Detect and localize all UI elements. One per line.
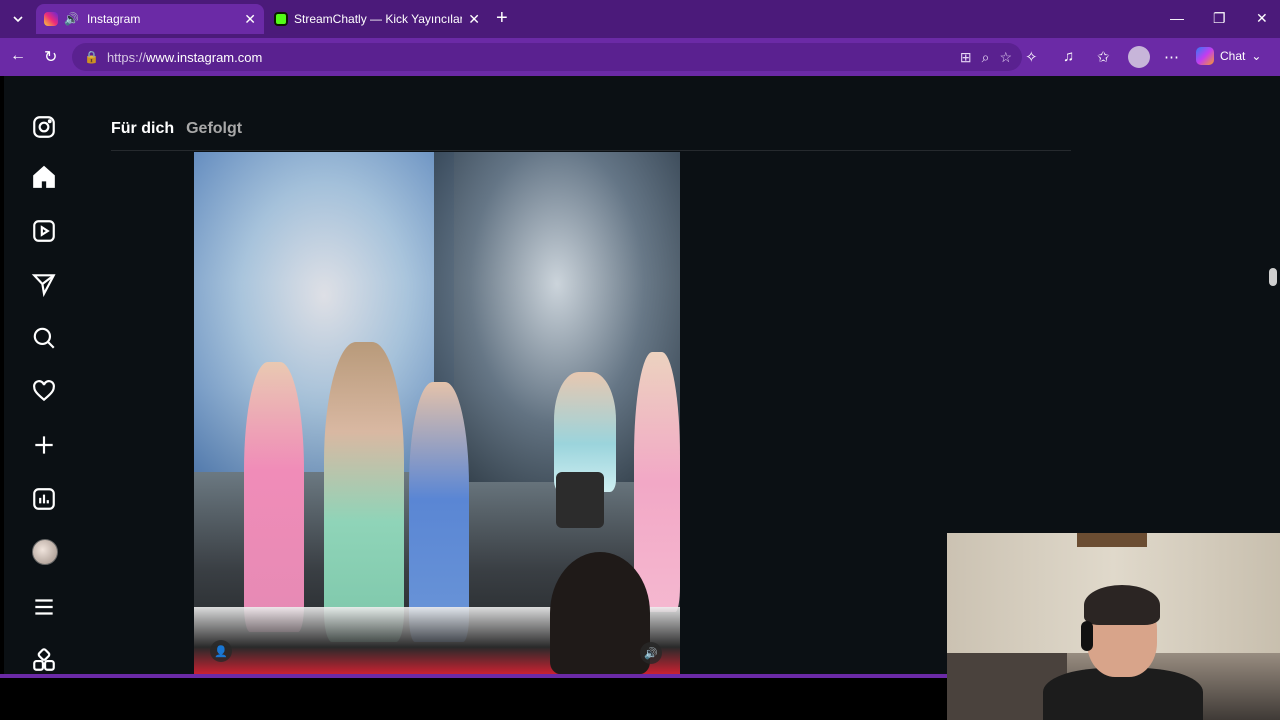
reels-icon[interactable] [28,215,60,247]
tab-fur-dich[interactable]: Für dich [111,120,174,138]
url-scheme: https:// [106,49,146,65]
create-plus-icon[interactable] [28,429,60,461]
camera [556,472,604,528]
streamer-hair [1084,585,1160,625]
profile-avatar[interactable] [1128,46,1150,68]
new-tab-button[interactable]: + [496,8,508,28]
tab-gefolgt[interactable]: Gefolgt [186,120,242,138]
wall-picture-frame [1077,533,1147,547]
speaker-icon[interactable]: 🔊 [64,12,79,26]
more-menu-icon[interactable]: ⋯ [1164,48,1179,66]
screen: 🔊 Instagram ✕ StreamChatly — Kick Yayınc… [0,0,1280,720]
scrollbar-thumb[interactable] [1269,268,1277,286]
back-button[interactable]: ← [10,47,26,65]
minimize-button[interactable]: — [1170,10,1184,26]
instagram-logo-icon[interactable] [28,111,60,143]
address-bar[interactable]: 🔒 https:// www.instagram.com ⊞ ⌕ ☆ [72,43,1022,71]
performer [244,362,304,632]
address-bar-actions: ⊞ ⌕ ☆ [960,49,1012,66]
messages-icon[interactable] [28,268,60,300]
tab-title: Instagram [86,12,141,26]
close-window-button[interactable]: ✕ [1256,10,1268,27]
profile-avatar[interactable] [32,539,58,565]
chevron-down-icon [13,16,23,23]
zoom-icon[interactable]: ⌕ [982,49,990,66]
tab-instagram[interactable]: 🔊 Instagram ✕ [36,4,264,34]
also-from-meta-icon[interactable] [28,644,60,674]
performer [324,342,404,642]
tagged-people-icon[interactable]: 👤 [210,640,232,662]
notifications-heart-icon[interactable] [28,375,60,407]
reel-video[interactable]: 👤 🔊 [194,152,680,674]
feed-divider [111,150,1071,151]
address-toolbar: ← ↻ 🔒 https:// www.instagram.com ⊞ ⌕ ☆ ✧… [0,38,1280,76]
performer [634,352,680,612]
favorite-star-icon[interactable]: ☆ [999,49,1012,66]
close-tab-icon[interactable]: ✕ [244,11,256,28]
extensions-icon[interactable]: ✧ [1025,48,1038,66]
tab-title: StreamChatly — Kick Yayıncıları için [294,12,463,26]
headphones-icon [1081,621,1093,651]
site-info-icon[interactable]: 🔒 [84,50,99,64]
copilot-chat-button[interactable]: Chat ⌄ [1196,47,1261,65]
tab-bar: 🔊 Instagram ✕ StreamChatly — Kick Yayınc… [0,0,1280,38]
home-icon[interactable] [28,161,60,193]
search-icon[interactable] [28,322,60,354]
copilot-icon [1196,47,1214,65]
chevron-down-icon: ⌄ [1251,49,1262,63]
window-bottom-border [0,674,948,678]
menu-hamburger-icon[interactable] [28,591,60,623]
performer [409,382,469,642]
instagram-favicon-icon [44,12,58,26]
app-available-icon[interactable]: ⊞ [960,49,972,66]
webcam-overlay [947,533,1280,720]
streamchatly-favicon-icon [274,12,288,26]
url-host: www.instagram.com [145,49,263,65]
reload-button[interactable]: ↻ [44,47,57,67]
feed-tabs: Für dich Gefolgt [111,120,242,138]
dashboard-icon[interactable] [28,483,60,515]
tab-streamchatly[interactable]: StreamChatly — Kick Yayıncıları için ✕ [266,4,488,34]
media-control-icon[interactable]: ♫ [1063,48,1074,65]
tab-actions-menu-button[interactable] [6,8,30,30]
audience-member [550,552,650,674]
volume-icon[interactable]: 🔊 [640,642,662,664]
close-tab-icon[interactable]: ✕ [468,11,480,28]
restore-button[interactable]: ❐ [1213,10,1226,27]
chat-label: Chat [1220,49,1246,63]
favorites-icon[interactable]: ✩ [1097,48,1110,66]
